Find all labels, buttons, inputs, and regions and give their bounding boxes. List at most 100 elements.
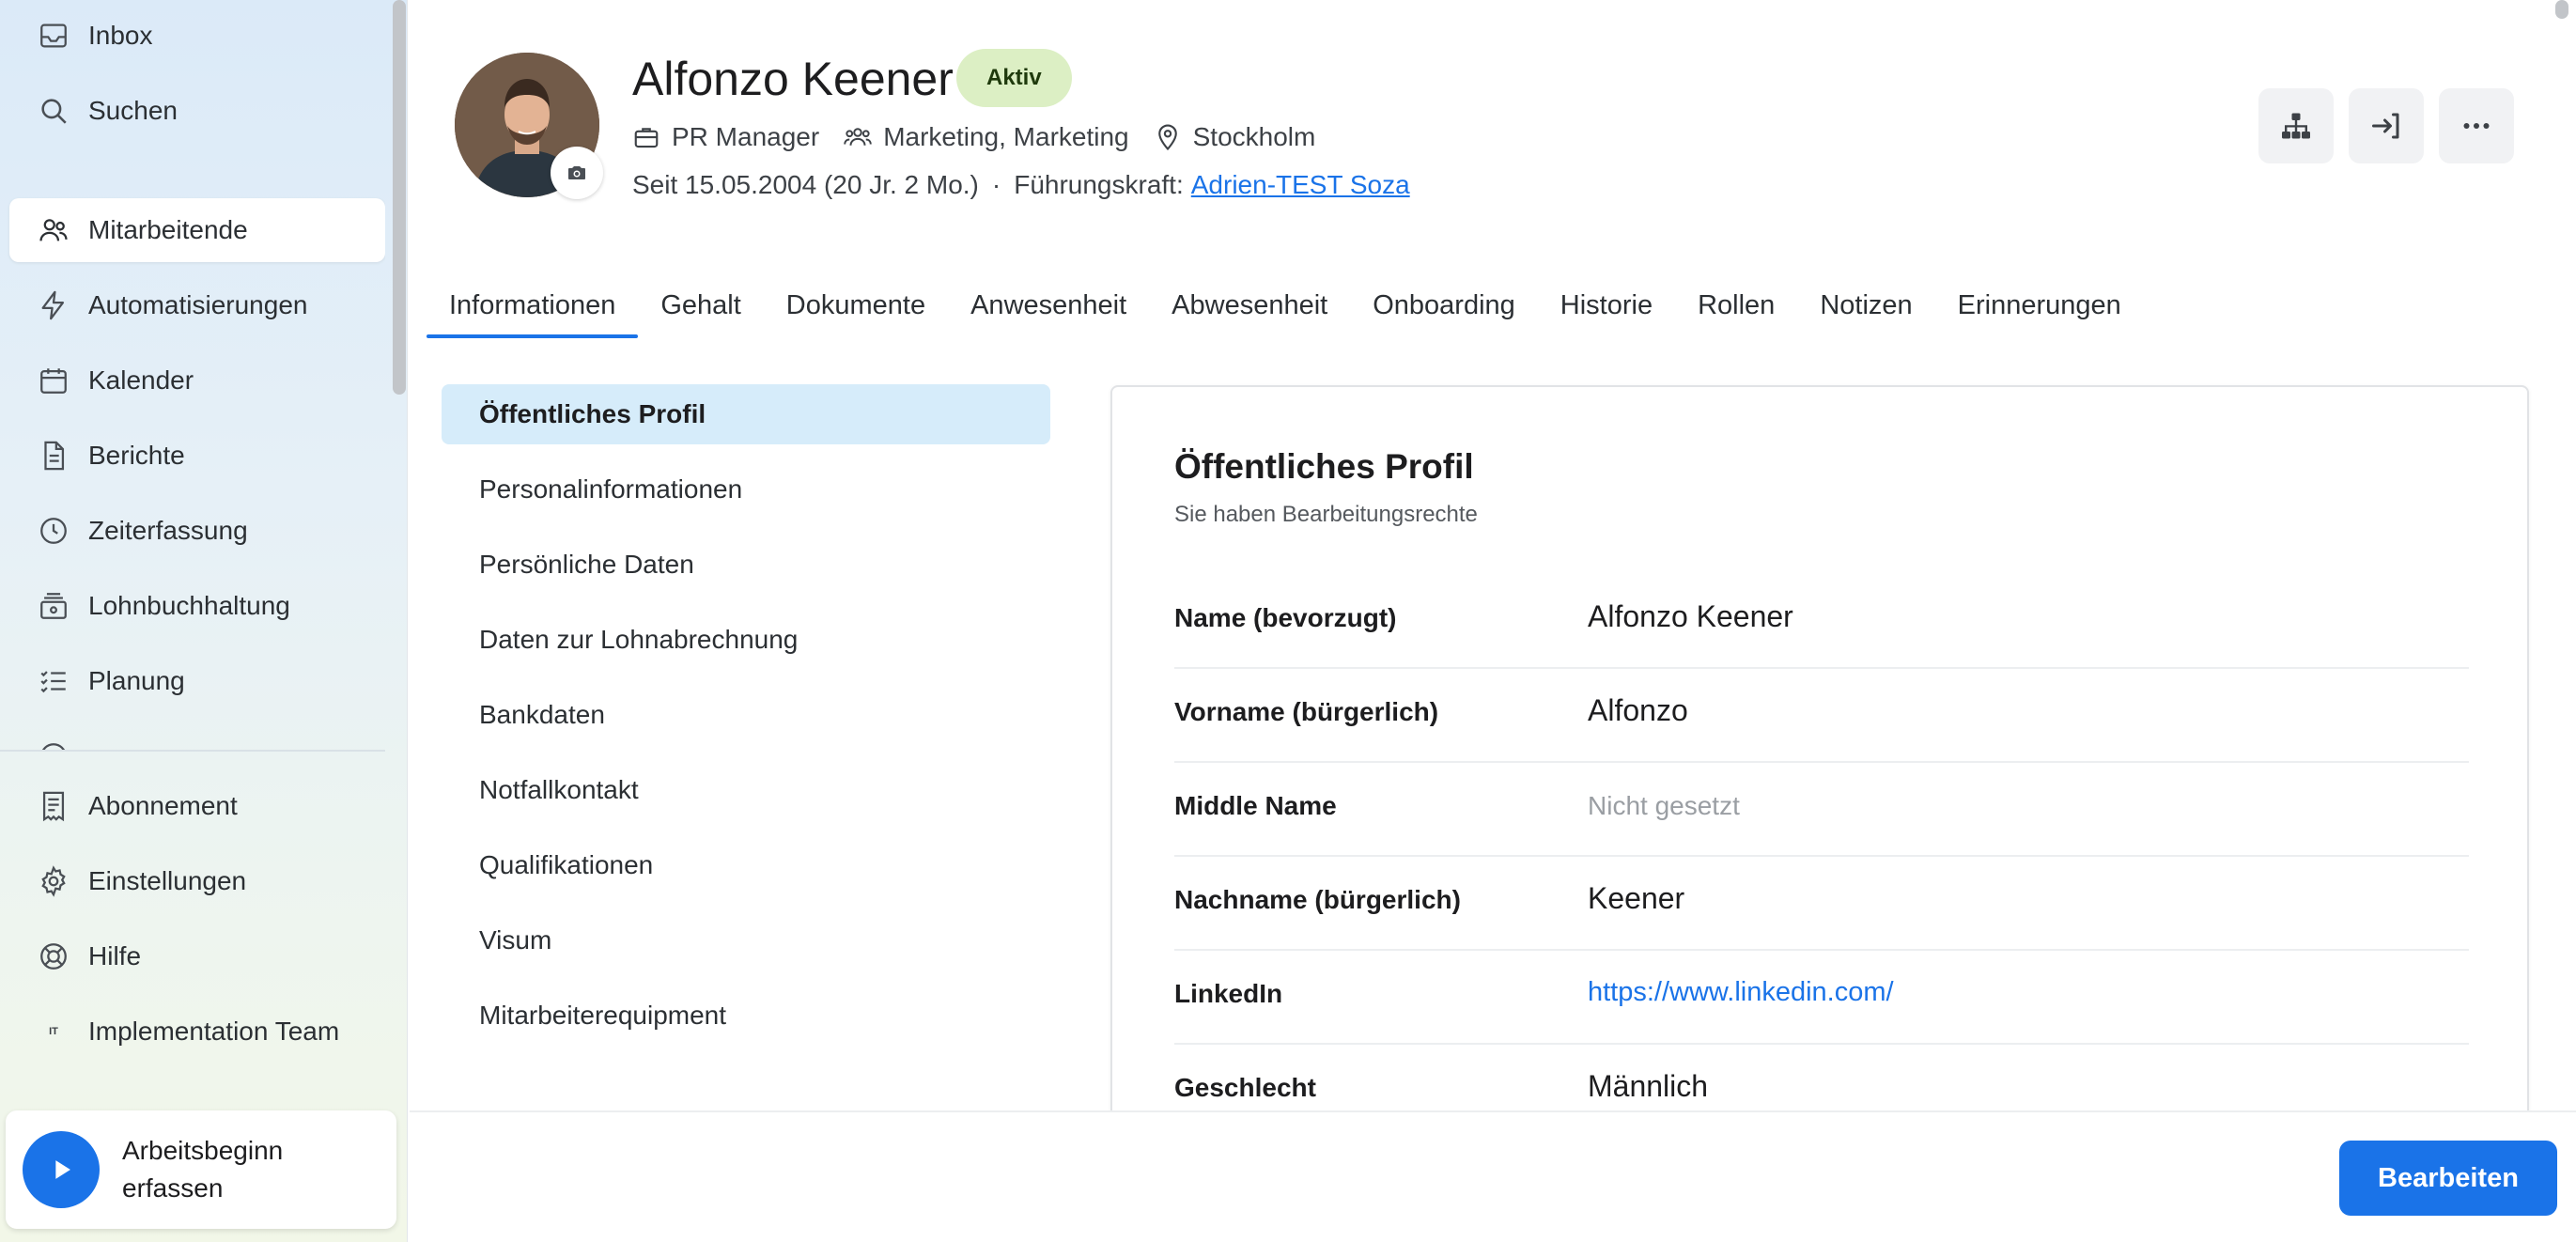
- sidebar-item-einstellungen[interactable]: Einstellungen: [9, 849, 385, 913]
- section-persoenliche-daten[interactable]: Persönliche Daten: [442, 535, 1050, 595]
- tab-rollen[interactable]: Rollen: [1675, 272, 1797, 338]
- sidebar-scrollbar[interactable]: [385, 0, 408, 752]
- work-start-card[interactable]: Arbeitsbeginn erfassen: [6, 1110, 396, 1229]
- sidebar-item-label: Kalender: [88, 365, 194, 395]
- sidebar-item-label: Hilfe: [88, 941, 142, 970]
- gear-icon: [41, 865, 66, 897]
- employee-role: PR Manager: [632, 122, 819, 152]
- login-as-button[interactable]: [2349, 88, 2424, 163]
- tab-onboarding[interactable]: Onboarding: [1350, 272, 1538, 338]
- section-qualifikationen[interactable]: Qualifikationen: [442, 835, 1050, 895]
- sidebar-item-inbox[interactable]: Inbox: [9, 4, 385, 68]
- clock-icon: [40, 518, 67, 544]
- sidebar-item-label: Lohnbuchhaltung: [88, 591, 290, 620]
- sidebar-scrollbar-thumb[interactable]: [393, 0, 406, 395]
- sidebar-item-partial[interactable]: [9, 724, 385, 752]
- section-notfallkontakt[interactable]: Notfallkontakt: [442, 760, 1050, 820]
- tab-dokumente[interactable]: Dokumente: [764, 272, 948, 338]
- section-mitarbeiterequipment[interactable]: Mitarbeiterequipment: [442, 986, 1050, 1046]
- lifebuoy-icon: [40, 943, 67, 970]
- inbox-icon: [40, 23, 67, 48]
- field-label: LinkedIn: [1174, 979, 1283, 1008]
- profile-tabs: Informationen Gehalt Dokumente Anwesenhe…: [427, 272, 2144, 338]
- work-start-label: Arbeitsbeginn erfassen: [122, 1136, 284, 1203]
- sidebar-item-label: Automatisierungen: [88, 290, 308, 319]
- separator-dot: ·: [991, 170, 1001, 199]
- employee-location: Stockholm: [1154, 122, 1316, 152]
- employee-name: Alfonzo Keener: [632, 53, 954, 105]
- field-row: Vorname (bürgerlich) Alfonzo: [1174, 669, 2469, 763]
- field-label: Middle Name: [1174, 791, 1337, 820]
- field-value: Männlich: [1588, 1069, 1709, 1103]
- location-label: Stockholm: [1192, 122, 1316, 151]
- card-title: Öffentliches Profil: [1174, 447, 1474, 486]
- field-label: Name (bevorzugt): [1174, 603, 1397, 632]
- sidebar-item-label: Einstellungen: [88, 866, 247, 895]
- since-label: Seit 15.05.2004 (20 Jr. 2 Mo.): [632, 170, 979, 199]
- field-label: Geschlecht: [1174, 1073, 1316, 1102]
- camera-icon: [568, 166, 585, 179]
- employee-departments: Marketing, Marketing: [844, 122, 1129, 152]
- sidebar-nav: Inbox Suchen Mitarbeitende Automatisieru…: [0, 0, 385, 752]
- sidebar-item-label: Zeiterfassung: [88, 516, 248, 545]
- org-chart-icon: [2282, 113, 2310, 139]
- calendar-icon: [40, 368, 67, 394]
- play-icon: [55, 1160, 70, 1179]
- tab-anwesenheit[interactable]: Anwesenheit: [948, 272, 1149, 338]
- departments-label: Marketing, Marketing: [883, 122, 1129, 151]
- section-personalinformationen[interactable]: Personalinformationen: [442, 459, 1050, 520]
- tab-informationen[interactable]: Informationen: [427, 272, 639, 338]
- section-bankdaten[interactable]: Bankdaten: [442, 685, 1050, 745]
- location-pin-icon: [1157, 124, 1177, 151]
- sidebar-item-mitarbeitende[interactable]: Mitarbeitende: [9, 198, 385, 262]
- sidebar-item-kalender[interactable]: Kalender: [9, 349, 385, 412]
- sidebar-item-berichte[interactable]: Berichte: [9, 424, 385, 488]
- field-label: Vorname (bürgerlich): [1174, 697, 1439, 726]
- lightning-icon: [41, 290, 65, 320]
- tab-historie[interactable]: Historie: [1538, 272, 1675, 338]
- field-value: Alfonzo Keener: [1588, 599, 1793, 633]
- section-oeffentliches-profil[interactable]: Öffentliches Profil: [442, 384, 1050, 444]
- sidebar-item-search[interactable]: Suchen: [9, 79, 385, 143]
- users-icon: [39, 219, 68, 241]
- team-badge: IT: [49, 1026, 58, 1037]
- more-button[interactable]: [2439, 88, 2514, 163]
- field-value: Nicht gesetzt: [1588, 791, 1740, 820]
- field-label: Nachname (bürgerlich): [1174, 885, 1461, 914]
- sidebar-item-lohnbuchhaltung[interactable]: Lohnbuchhaltung: [9, 574, 385, 638]
- login-icon: [2372, 113, 2399, 139]
- sidebar-item-abonnement[interactable]: Abonnement: [9, 774, 385, 838]
- sidebar-item-implementation-team[interactable]: IT Implementation Team: [9, 1000, 385, 1063]
- document-icon: [44, 441, 65, 471]
- sidebar-item-label: Mitarbeitende: [88, 215, 248, 244]
- field-value: Alfonzo: [1588, 693, 1688, 727]
- checklist-icon: [40, 671, 66, 693]
- sidebar-item-zeiterfassung[interactable]: Zeiterfassung: [9, 499, 385, 563]
- edit-button[interactable]: Bearbeiten: [2339, 1141, 2557, 1216]
- tab-abwesenheit[interactable]: Abwesenheit: [1149, 272, 1350, 338]
- tab-erinnerungen[interactable]: Erinnerungen: [1935, 272, 2144, 338]
- section-lohnabrechnung[interactable]: Daten zur Lohnabrechnung: [442, 610, 1050, 670]
- sidebar-item-label: Suchen: [88, 96, 178, 125]
- bottom-action-bar: [410, 1110, 2576, 1242]
- sidebar-item-hilfe[interactable]: Hilfe: [9, 924, 385, 988]
- receipt-icon: [42, 791, 65, 822]
- card-subtitle: Sie haben Bearbeitungsrechte: [1174, 502, 1478, 527]
- sidebar-divider: [0, 750, 385, 752]
- page-scrollbar-thumb[interactable]: [2555, 0, 2568, 19]
- briefcase-icon: [634, 128, 659, 148]
- manager-label: Führungskraft:: [1014, 170, 1184, 199]
- tab-gehalt[interactable]: Gehalt: [638, 272, 763, 338]
- sidebar-item-planung[interactable]: Planung: [9, 649, 385, 713]
- linkedin-link[interactable]: https://www.linkedin.com/: [1588, 977, 1894, 1008]
- section-visum[interactable]: Visum: [442, 910, 1050, 970]
- sidebar-item-automatisierungen[interactable]: Automatisierungen: [9, 273, 385, 337]
- employee-meta: PR Manager Marketing, Marketing Stockhol…: [632, 118, 1340, 156]
- field-row: Middle Name Nicht gesetzt: [1174, 763, 2469, 857]
- sidebar-item-label: Implementation Team: [88, 1017, 340, 1046]
- tab-notizen[interactable]: Notizen: [1797, 272, 1934, 338]
- org-chart-button[interactable]: [2258, 88, 2334, 163]
- manager-link[interactable]: Adrien-TEST Soza: [1191, 170, 1410, 200]
- play-button[interactable]: [23, 1131, 100, 1208]
- change-photo-button[interactable]: [551, 147, 603, 199]
